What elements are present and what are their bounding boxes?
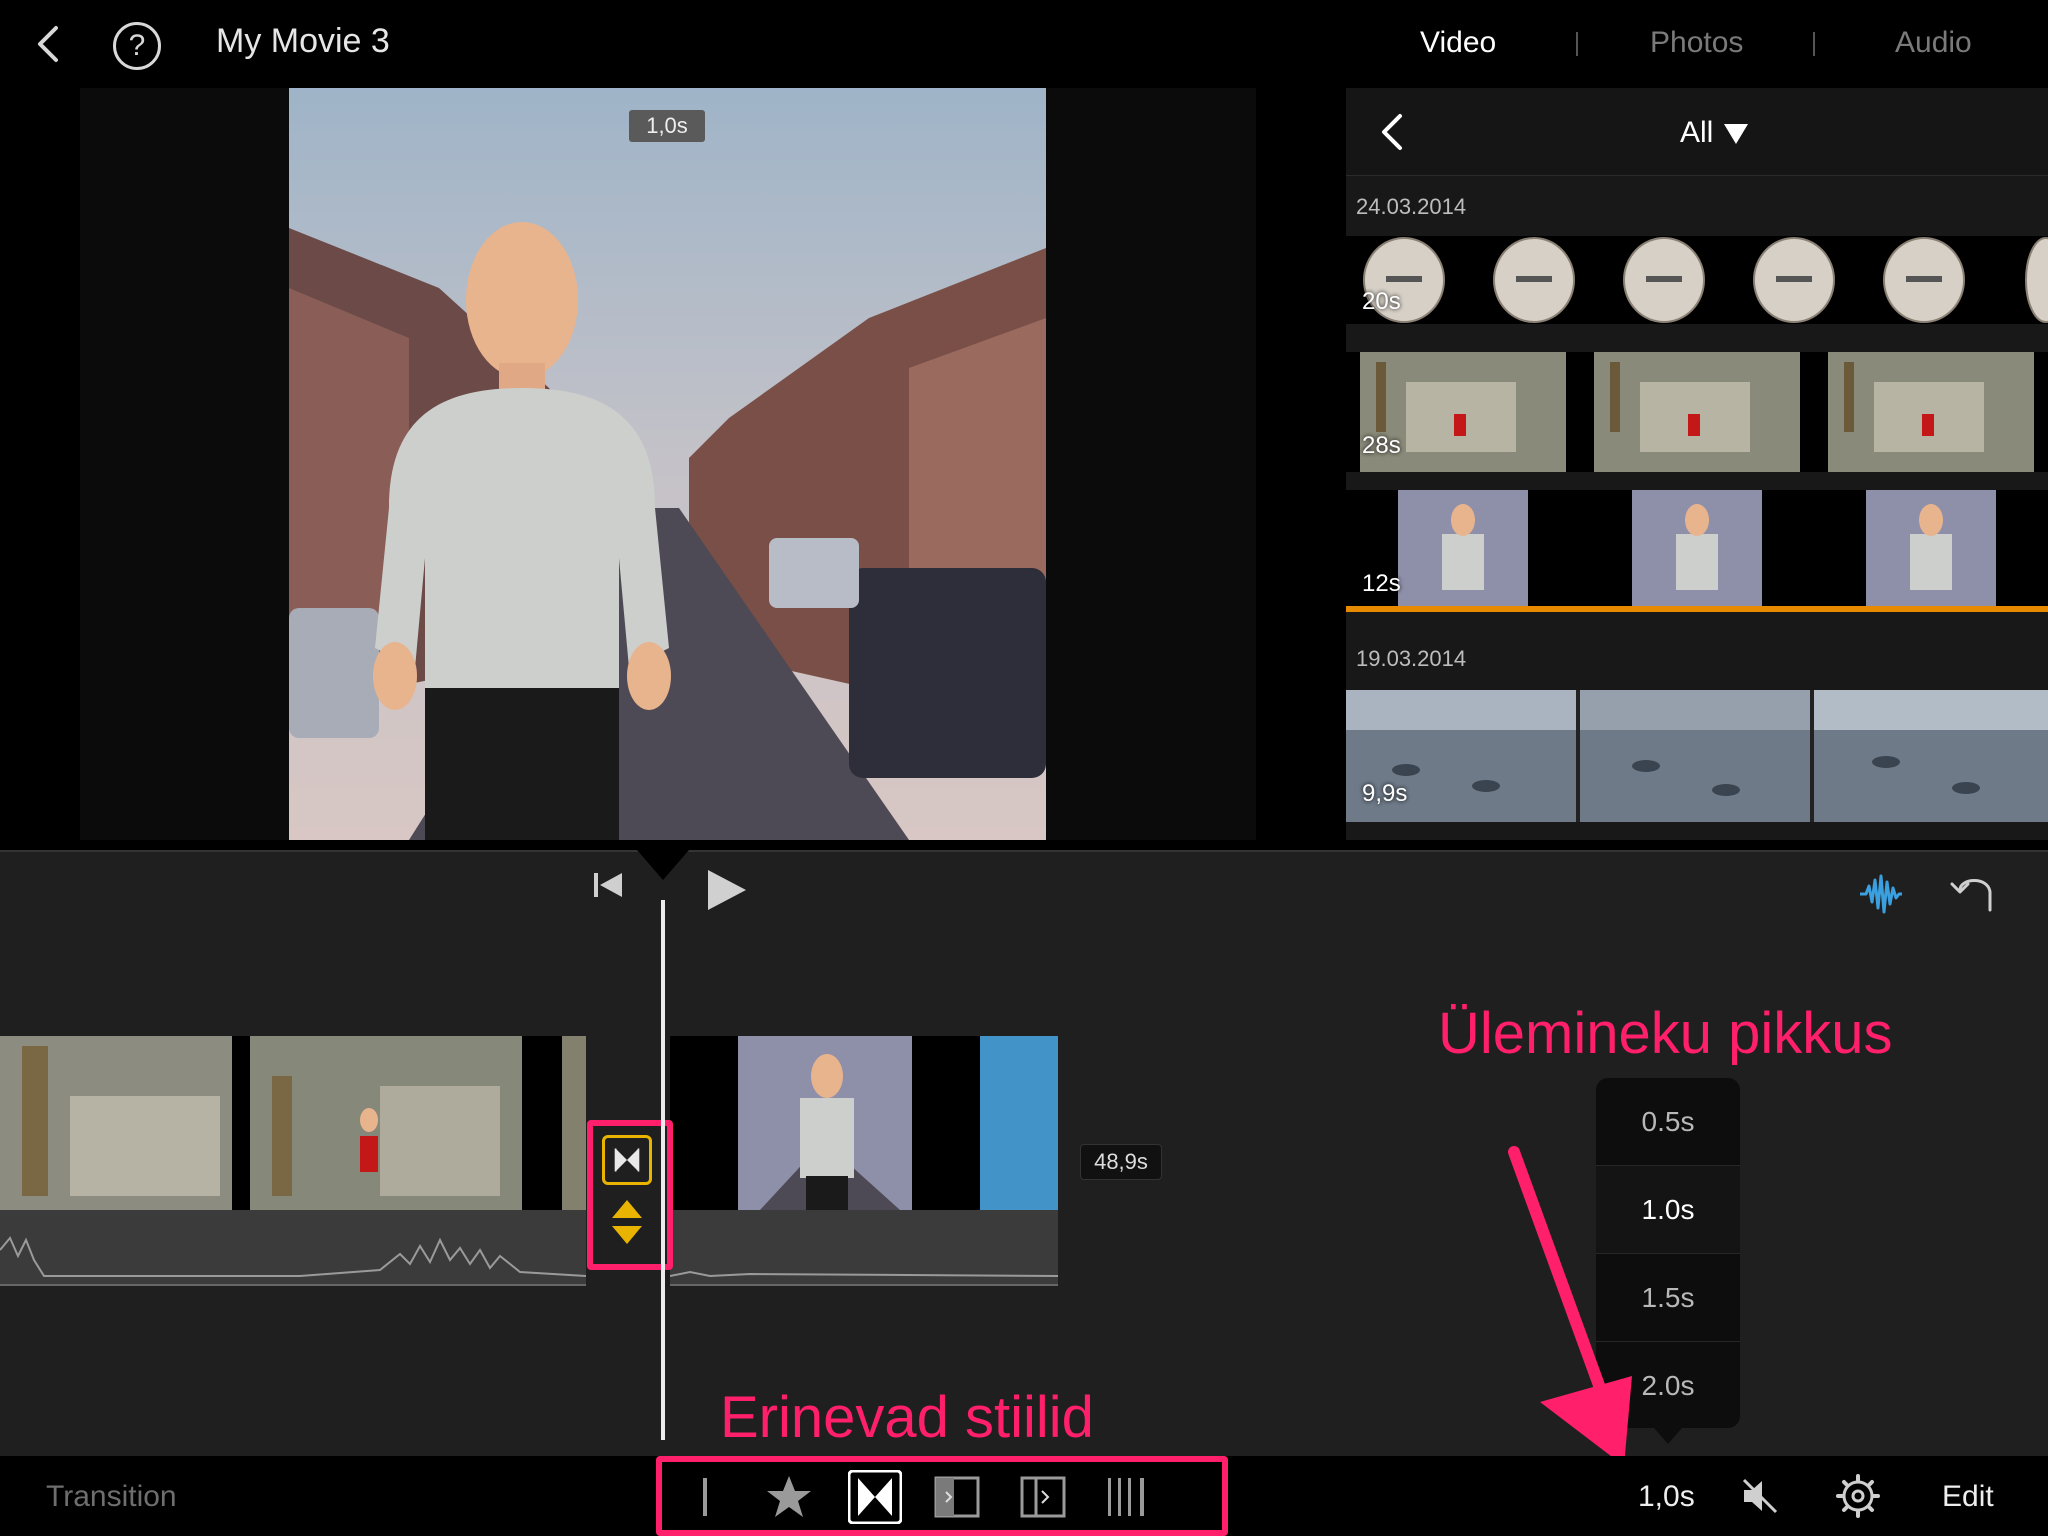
annotation-arrow-icon: [1508, 1146, 1632, 1466]
annotation-duration-label: Ülemineku pikkus: [1438, 1001, 1893, 1066]
playhead[interactable]: [661, 900, 665, 1440]
project-title: My Movie 3: [216, 22, 390, 60]
audio-waveform-icon[interactable]: [1858, 872, 1904, 916]
gear-icon[interactable]: [1836, 1474, 1880, 1518]
style-theme-star-icon[interactable]: [766, 1474, 812, 1520]
style-cross-dissolve-icon[interactable]: [848, 1470, 902, 1524]
tab-video[interactable]: Video: [1420, 26, 1496, 60]
style-fade-icon[interactable]: [1104, 1474, 1150, 1520]
top-bar: ? My Movie 3 Video Photos Audio: [0, 0, 2048, 88]
annotation-styles-label: Erinevad stiilid: [720, 1385, 1094, 1450]
filter-dropdown[interactable]: All: [1680, 116, 1713, 150]
browser-header: All: [1346, 88, 2048, 176]
browser-clip-selected[interactable]: 12s: [1346, 490, 2048, 612]
date-label: 19.03.2014: [1356, 646, 1467, 671]
speaker-mute-icon[interactable]: [1740, 1476, 1780, 1516]
back-chevron-icon[interactable]: [28, 22, 72, 66]
audio-waveform-track[interactable]: [0, 1210, 586, 1286]
style-wipe-icon[interactable]: [1020, 1474, 1066, 1520]
clip-duration: 20s: [1362, 288, 1401, 315]
timeline-divider: [0, 850, 2048, 852]
project-total-duration: 48,9s: [1080, 1144, 1162, 1180]
mode-label: Transition: [46, 1480, 177, 1513]
clip-duration: 12s: [1362, 570, 1401, 597]
dropdown-caret-icon[interactable]: [1724, 124, 1748, 144]
transition-duration-chip: 1,0s: [629, 110, 705, 142]
play-icon[interactable]: [704, 868, 748, 912]
date-label: 24.03.2014: [1356, 194, 1467, 219]
clip-duration: 9,9s: [1362, 780, 1408, 807]
browser-clip[interactable]: 9,9s: [1346, 690, 2048, 822]
transition-duration-button[interactable]: 1,0s: [1638, 1480, 1695, 1514]
transition-trim-arrows-icon[interactable]: [608, 1198, 646, 1246]
browser-back-chevron-icon[interactable]: [1372, 108, 1412, 156]
skip-to-start-icon[interactable]: [592, 870, 626, 900]
timeline-clip[interactable]: [670, 1036, 1058, 1210]
browser-clip[interactable]: 28s: [1346, 352, 2048, 472]
style-none-icon[interactable]: [682, 1474, 728, 1520]
tab-photos[interactable]: Photos: [1650, 26, 1743, 60]
playhead-notch: [637, 850, 689, 880]
tab-separator: [1813, 32, 1815, 56]
media-browser: All 24.03.2014 20s 28s 12s 19.03.2014 9,…: [1346, 88, 2048, 840]
style-slide-icon[interactable]: [934, 1474, 980, 1520]
help-icon[interactable]: ?: [113, 22, 161, 70]
edit-button[interactable]: Edit: [1942, 1480, 1994, 1514]
browser-clip[interactable]: 20s: [1346, 236, 2048, 324]
tab-audio[interactable]: Audio: [1895, 26, 1972, 60]
clip-duration: 28s: [1362, 432, 1401, 459]
timeline-clip[interactable]: [0, 1036, 586, 1210]
viewer-preview-frame: [289, 88, 1046, 840]
undo-icon[interactable]: [1950, 870, 1998, 914]
menu-pointer: [1654, 1428, 1682, 1444]
audio-waveform-track[interactable]: [670, 1210, 1058, 1286]
cross-dissolve-transition-icon[interactable]: [602, 1135, 652, 1185]
tab-separator: [1576, 32, 1578, 56]
